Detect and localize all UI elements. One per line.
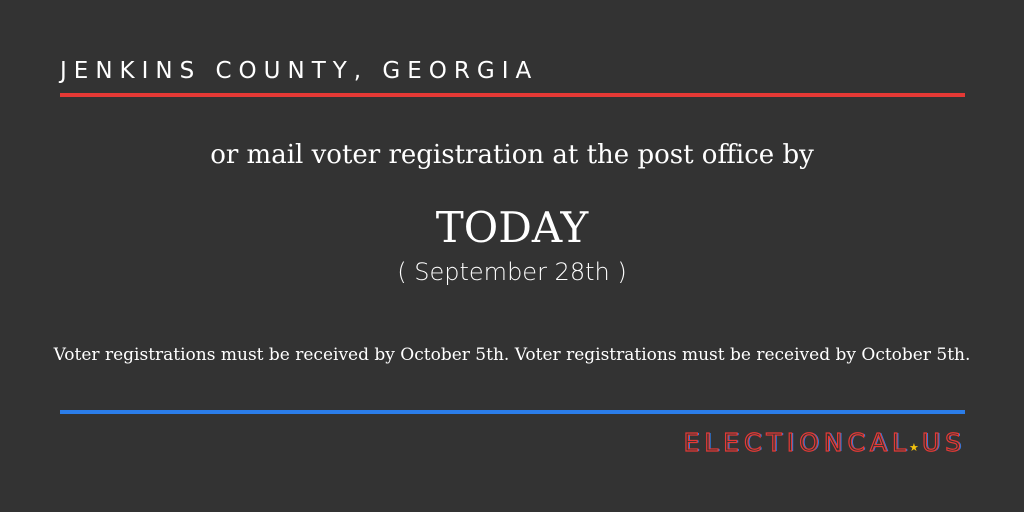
notice-text: Voter registrations must be received by … <box>53 345 971 365</box>
blue-divider <box>60 410 965 414</box>
red-divider <box>60 93 965 97</box>
brand-name: ELECTIONCAL <box>683 427 911 457</box>
brand-logo: ELECTIONCAL ★ US <box>683 427 966 457</box>
intro-text: or mail voter registration at the post o… <box>210 140 814 170</box>
deadline-date: ( September 28th ) <box>397 258 627 286</box>
brand-domain: US <box>921 427 966 457</box>
election-card: JENKINS COUNTY, GEORGIA or mail voter re… <box>0 0 1024 512</box>
county-title: JENKINS COUNTY, GEORGIA <box>60 58 539 84</box>
star-icon: ★ <box>908 441 919 454</box>
deadline-heading: TODAY <box>435 203 589 252</box>
